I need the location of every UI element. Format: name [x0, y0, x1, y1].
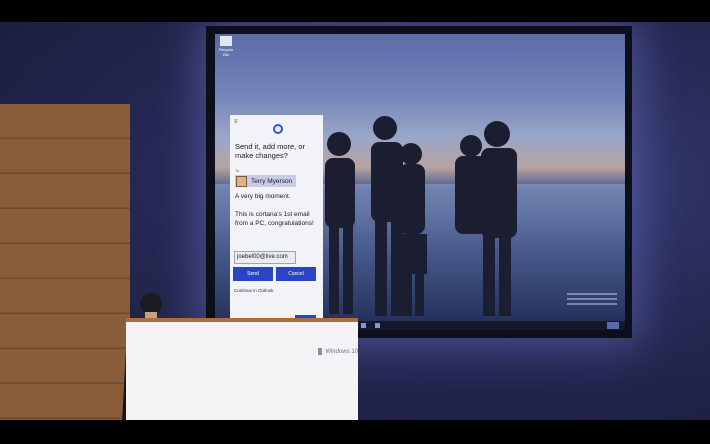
cortana-panel: ≡ Send it, add more, or make changes? To… [230, 115, 323, 330]
family-silhouette [315, 84, 535, 318]
taskbar-clock[interactable] [607, 322, 619, 329]
email-subject[interactable]: A very big moment. [235, 193, 291, 200]
email-address-field[interactable]: joebel00@live.com [234, 251, 296, 264]
podium-logo-text: Windows 10 [325, 348, 358, 355]
cortana-prompt: Send it, add more, or make changes? [235, 142, 306, 160]
wood-wall [0, 104, 130, 420]
mail-icon[interactable] [375, 323, 380, 328]
windows-logo-icon [318, 348, 323, 355]
recipient-chip[interactable]: Terry Myerson [235, 175, 296, 187]
recipient-name: Terry Myerson [251, 177, 293, 185]
cortana-icon [273, 124, 283, 134]
podium [126, 322, 358, 420]
top-letterbox [0, 0, 710, 22]
cancel-button[interactable]: Cancel [276, 267, 316, 281]
send-button[interactable]: Send [233, 267, 273, 281]
email-body[interactable]: This is cortana's 1st email from a PC, c… [235, 211, 320, 228]
to-label: To [235, 168, 240, 173]
family-silhouette-svg [325, 116, 517, 316]
store-icon[interactable] [361, 323, 366, 328]
recycle-bin-label: Recycle Bin [219, 47, 234, 57]
projected-desktop: Recycle Bin ≡ Send it, add more, or make… [215, 34, 625, 330]
desktop-watermark [567, 290, 617, 306]
hamburger-menu-icon[interactable]: ≡ [234, 119, 238, 125]
bottom-letterbox [0, 420, 710, 444]
podium-logo: Windows 10 [318, 348, 358, 355]
continue-in-outlook-link[interactable]: Continue in Outlook [234, 288, 274, 293]
avatar [236, 175, 247, 187]
recycle-bin-icon[interactable]: Recycle Bin [219, 36, 233, 57]
